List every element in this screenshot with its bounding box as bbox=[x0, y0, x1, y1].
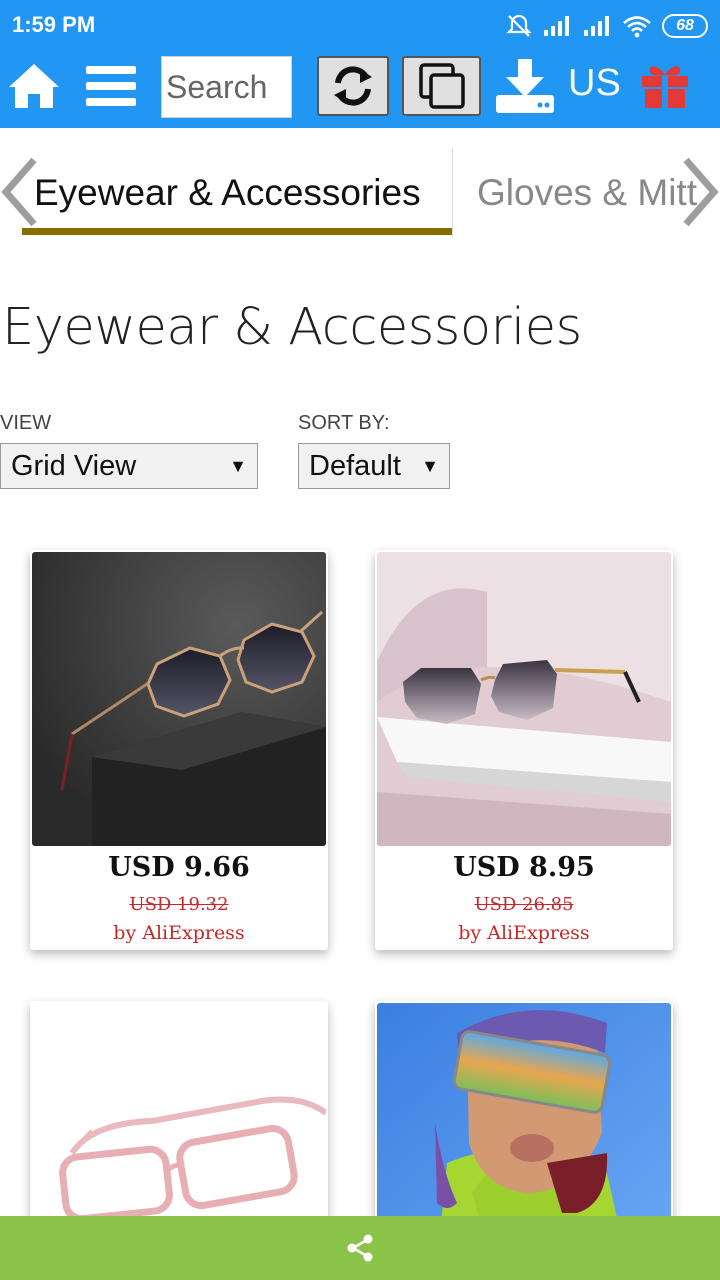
app-header: 1:59 PM 68 Search US bbox=[0, 0, 720, 128]
caret-down-icon: ▼ bbox=[229, 456, 247, 476]
menu-icon bbox=[86, 66, 136, 106]
region-label[interactable]: US bbox=[568, 62, 621, 105]
view-select-value: Grid View bbox=[11, 449, 137, 482]
product-image[interactable] bbox=[377, 552, 671, 846]
view-select[interactable]: Grid View ▼ bbox=[0, 443, 258, 489]
caret-down-icon: ▼ bbox=[421, 456, 439, 476]
product-image[interactable] bbox=[32, 552, 326, 846]
product-old-price: USD 19.32 bbox=[129, 894, 229, 915]
status-time: 1:59 PM bbox=[12, 12, 96, 37]
product-card[interactable]: USD 8.95 USD 26.85 by AliExpress bbox=[375, 550, 673, 950]
download-button[interactable] bbox=[493, 56, 557, 116]
signal-icon-2 bbox=[584, 16, 609, 36]
gift-icon bbox=[642, 66, 688, 108]
chevron-right-icon[interactable] bbox=[680, 156, 720, 228]
product-old-price: USD 26.85 bbox=[474, 894, 574, 915]
home-button[interactable] bbox=[6, 56, 62, 116]
sort-label: SORT BY: bbox=[298, 412, 390, 434]
battery-indicator: 68 bbox=[662, 14, 708, 38]
wifi-icon bbox=[623, 16, 651, 38]
signal-icon bbox=[544, 16, 569, 36]
product-price: USD 9.66 bbox=[108, 852, 250, 883]
mute-alarm-icon bbox=[506, 14, 532, 37]
refresh-button[interactable] bbox=[317, 56, 389, 116]
tab-gloves-mittens[interactable]: Gloves & Mitt bbox=[477, 172, 697, 214]
home-icon bbox=[9, 64, 59, 108]
status-icons: 68 bbox=[506, 12, 708, 40]
product-seller[interactable]: by AliExpress bbox=[375, 922, 673, 944]
copy-button[interactable] bbox=[402, 56, 481, 116]
tab-eyewear-accessories[interactable]: Eyewear & Accessories bbox=[34, 172, 421, 214]
active-tab-indicator bbox=[22, 228, 453, 235]
product-card[interactable]: USD 9.66 USD 19.32 by AliExpress bbox=[30, 550, 328, 950]
gift-button[interactable] bbox=[638, 56, 692, 116]
copy-icon bbox=[418, 63, 465, 109]
sort-select-value: Default bbox=[309, 449, 401, 482]
menu-button[interactable] bbox=[82, 56, 140, 116]
category-tabs: Eyewear & Accessories Gloves & Mitt bbox=[0, 128, 720, 248]
product-price: USD 8.95 bbox=[453, 852, 595, 883]
product-seller[interactable]: by AliExpress bbox=[30, 922, 328, 944]
download-icon bbox=[496, 59, 554, 113]
view-label: VIEW bbox=[0, 412, 52, 434]
search-input[interactable] bbox=[161, 56, 292, 118]
status-bar: 1:59 PM 68 bbox=[0, 0, 720, 50]
refresh-icon bbox=[334, 66, 372, 106]
share-icon[interactable] bbox=[345, 1233, 375, 1263]
page-title: Eyewear & Accessories bbox=[2, 298, 582, 357]
share-bar[interactable] bbox=[0, 1216, 720, 1280]
tab-divider bbox=[452, 148, 453, 238]
sort-select[interactable]: Default ▼ bbox=[298, 443, 450, 489]
